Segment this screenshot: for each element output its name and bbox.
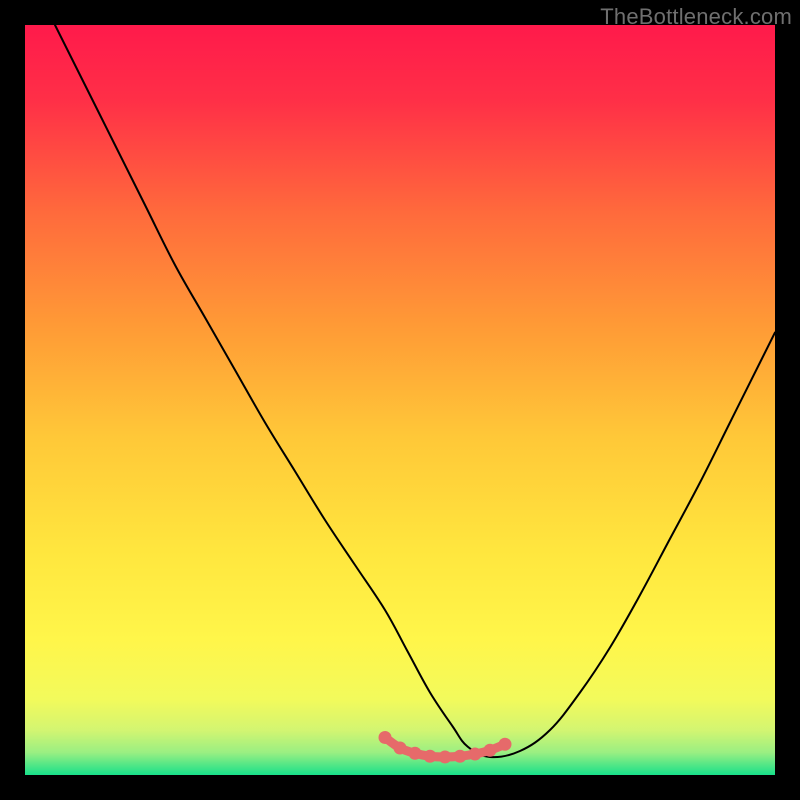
plot-area <box>25 25 775 775</box>
chart-svg <box>25 25 775 775</box>
highlight-dot <box>469 748 482 761</box>
highlight-dot <box>484 744 497 757</box>
highlight-dot <box>424 750 437 763</box>
chart-frame: TheBottleneck.com <box>0 0 800 800</box>
highlight-dot <box>439 751 452 764</box>
highlight-dot <box>379 731 392 744</box>
highlight-dot <box>394 742 407 755</box>
highlight-dot <box>409 747 422 760</box>
gradient-bg <box>25 25 775 775</box>
watermark-text: TheBottleneck.com <box>600 4 792 30</box>
highlight-dot <box>499 738 512 751</box>
highlight-dot <box>454 750 467 763</box>
